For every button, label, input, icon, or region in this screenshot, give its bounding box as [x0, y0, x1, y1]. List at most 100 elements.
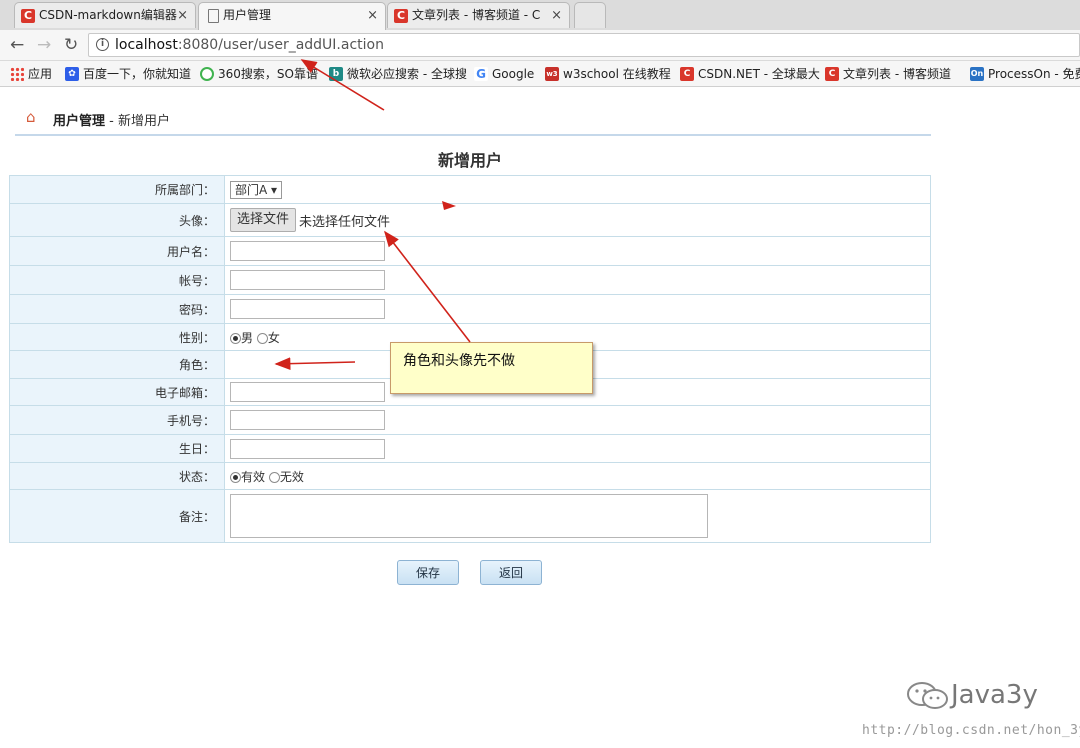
- form-row-password: 密码：: [9, 294, 931, 324]
- bookmark-processon[interactable]: On ProcessOn - 免费: [970, 66, 1080, 82]
- tab-label: 用户管理: [223, 8, 272, 22]
- birthday-label: 生日：: [9, 434, 225, 463]
- apps-icon: [10, 67, 24, 81]
- csdn-icon: C: [394, 9, 408, 23]
- remark-textarea[interactable]: [230, 494, 708, 538]
- status-valid-radio[interactable]: [230, 471, 241, 483]
- back-button[interactable]: 返回: [480, 560, 542, 585]
- url-host: localhost: [115, 37, 178, 53]
- processon-icon: On: [970, 67, 984, 81]
- bookmark-article-list[interactable]: C 文章列表 - 博客频道: [825, 66, 951, 82]
- tab-label: CSDN-markdown编辑器: [39, 8, 177, 22]
- bookmark-w3school[interactable]: w3 w3school 在线教程: [545, 66, 671, 82]
- bookmark-360[interactable]: 360搜索，SO靠谱: [200, 66, 318, 82]
- form-row-remark: 备注：: [9, 489, 931, 543]
- form-row-username: 用户名：: [9, 236, 931, 266]
- form-title: 新增用户: [437, 151, 502, 170]
- annotation-note: 角色和头像先不做: [390, 342, 593, 394]
- username-input[interactable]: [230, 241, 385, 261]
- status-label: 状态：: [9, 462, 225, 490]
- gender-female-radio[interactable]: [256, 332, 268, 344]
- watermark-brand: Java3y: [905, 680, 1038, 711]
- email-label: 电子邮箱：: [9, 378, 225, 406]
- form-row-birthday: 生日：: [9, 434, 931, 463]
- department-select[interactable]: 部门A ▾: [230, 180, 283, 199]
- form-row-department: 所属部门： 部门A ▾: [9, 175, 931, 204]
- avatar-label: 头像：: [9, 203, 225, 237]
- bookmark-label: ProcessOn - 免费: [988, 67, 1080, 81]
- account-input[interactable]: [230, 270, 385, 290]
- bookmark-label: w3school 在线教程: [563, 67, 671, 81]
- password-input[interactable]: [230, 299, 385, 319]
- wechat-icon: [907, 681, 948, 709]
- breadcrumb-current: 新增用户: [117, 114, 170, 129]
- save-button[interactable]: 保存: [397, 560, 459, 585]
- tab-csdn-editor[interactable]: C CSDN-markdown编辑器 ×: [14, 2, 196, 28]
- bookmark-apps[interactable]: 应用: [10, 66, 52, 82]
- bookmark-csdn[interactable]: C CSDN.NET - 全球最大: [680, 66, 820, 82]
- username-label: 用户名：: [9, 236, 225, 266]
- bing-icon: b: [329, 67, 343, 81]
- phone-label: 手机号：: [9, 405, 225, 435]
- status-invalid-radio[interactable]: [268, 471, 280, 483]
- new-tab-button[interactable]: [574, 2, 606, 28]
- 360-icon: [200, 67, 214, 81]
- password-label: 密码：: [9, 294, 225, 324]
- csdn-icon: C: [21, 9, 35, 23]
- gender-male-label: 男: [241, 330, 254, 345]
- tab-bar: C CSDN-markdown编辑器 × 用户管理 × C 文章列表 - 博客频…: [0, 0, 1080, 30]
- close-icon[interactable]: ×: [367, 3, 378, 28]
- form-row-avatar: 头像： 选择文件 未选择任何文件: [9, 203, 931, 237]
- browser-toolbar: ← → ↻ i localhost:8080/user/user_addUI.a…: [0, 30, 1080, 61]
- bookmark-baidu[interactable]: ✿ 百度一下，你就知道: [65, 66, 191, 82]
- status-invalid-label: 无效: [279, 469, 304, 484]
- info-icon[interactable]: i: [96, 38, 109, 51]
- choose-file-button[interactable]: 选择文件: [230, 208, 297, 232]
- email-input[interactable]: [230, 382, 385, 402]
- gender-male-radio[interactable]: [230, 332, 241, 344]
- breadcrumb-section[interactable]: 用户管理: [53, 114, 105, 129]
- bookmark-label: CSDN.NET - 全球最大: [698, 67, 820, 81]
- bookmarks-bar: 应用 ✿ 百度一下，你就知道 360搜索，SO靠谱 b 微软必应搜索 - 全球搜 G…: [0, 61, 1080, 87]
- bookmark-bing[interactable]: b 微软必应搜索 - 全球搜: [329, 66, 467, 82]
- bookmark-label: 360搜索，SO靠谱: [218, 67, 318, 81]
- close-icon[interactable]: ×: [551, 3, 562, 28]
- csdn-icon: C: [825, 67, 839, 81]
- bookmark-label: 百度一下，你就知道: [83, 67, 192, 81]
- account-label: 帐号：: [9, 265, 225, 295]
- bookmark-label: 应用: [28, 67, 53, 81]
- birthday-input[interactable]: [230, 438, 385, 459]
- csdn-icon: C: [680, 67, 694, 81]
- w3school-icon: w3: [545, 67, 559, 81]
- page-icon: [208, 9, 219, 23]
- tab-user-management[interactable]: 用户管理 ×: [198, 2, 386, 30]
- bookmark-label: Google: [492, 67, 535, 81]
- form-row-account: 帐号：: [9, 265, 931, 295]
- reload-icon[interactable]: ↻: [64, 35, 78, 55]
- breadcrumb-separator: -: [105, 114, 118, 129]
- bookmark-google[interactable]: G Google: [474, 66, 534, 82]
- watermark-brand-text: Java3y: [951, 680, 1038, 710]
- status-valid-label: 有效: [241, 469, 266, 484]
- baidu-icon: ✿: [65, 67, 79, 81]
- bookmark-label: 微软必应搜索 - 全球搜: [347, 67, 467, 81]
- forward-arrow-icon[interactable]: →: [37, 35, 51, 55]
- address-bar[interactable]: i localhost:8080/user/user_addUI.action: [88, 33, 1080, 57]
- url-path: :8080/user/user_addUI.action: [177, 37, 384, 53]
- department-selected-value: 部门A: [235, 182, 268, 197]
- remark-label: 备注：: [9, 489, 225, 543]
- phone-input[interactable]: [230, 410, 385, 430]
- file-status: 未选择任何文件: [299, 214, 391, 230]
- form-row-status: 状态： 有效 无效: [9, 462, 931, 490]
- tab-article-list[interactable]: C 文章列表 - 博客频道 - C ×: [387, 2, 570, 28]
- dropdown-arrow-icon: ▾: [271, 182, 278, 197]
- tab-label: 文章列表 - 博客频道 - C: [412, 8, 541, 22]
- breadcrumb: ⌂ 用户管理 - 新增用户: [15, 104, 931, 136]
- google-icon: G: [474, 67, 488, 81]
- close-icon[interactable]: ×: [177, 3, 188, 28]
- gender-label: 性别：: [9, 323, 225, 351]
- back-arrow-icon[interactable]: ←: [10, 35, 24, 55]
- watermark-url: http://blog.csdn.net/hon_3y: [862, 723, 1080, 738]
- home-icon[interactable]: ⌂: [26, 108, 36, 126]
- role-label: 角色：: [9, 350, 225, 379]
